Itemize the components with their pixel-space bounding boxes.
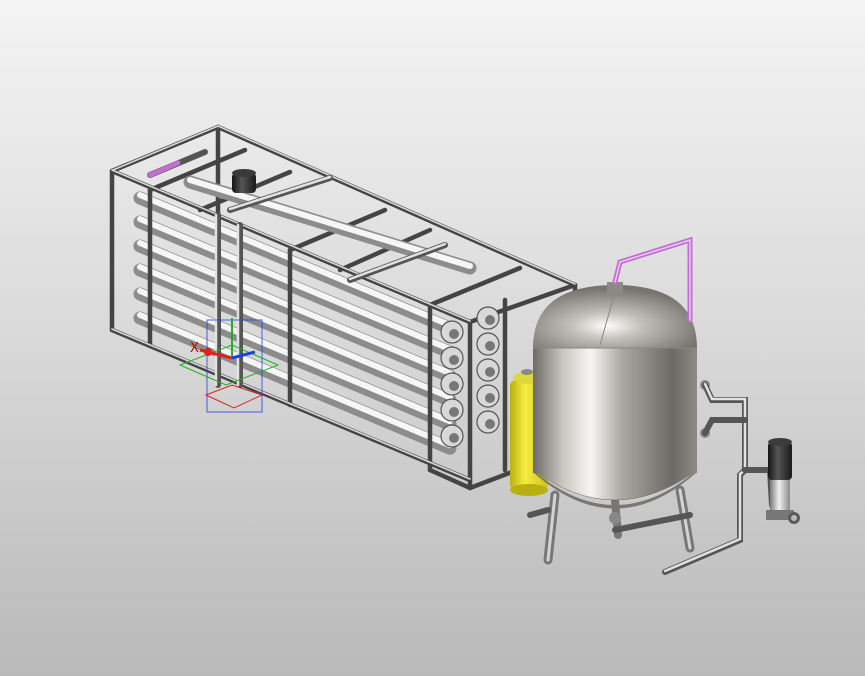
membrane-end-cap [476,410,500,434]
cad-scene[interactable]: X [0,0,865,676]
membrane-end-cap [476,306,500,330]
triad-x-label: X [190,341,199,356]
membrane-end-cap [440,346,464,370]
membrane-tubes [133,191,457,455]
membrane-end-cap [440,424,464,448]
membrane-end-cap [440,398,464,422]
membrane-end-cap [440,372,464,396]
membrane-end-cap [476,358,500,382]
rack-motor-icon [232,169,256,193]
cad-viewport[interactable]: X [0,0,865,676]
membrane-end-cap [476,384,500,408]
membrane-end-cap [440,320,464,344]
booster-pump[interactable] [766,438,800,524]
pressure-tank[interactable] [532,236,710,565]
membrane-end-cap [476,332,500,356]
membrane-rack[interactable] [109,124,578,491]
